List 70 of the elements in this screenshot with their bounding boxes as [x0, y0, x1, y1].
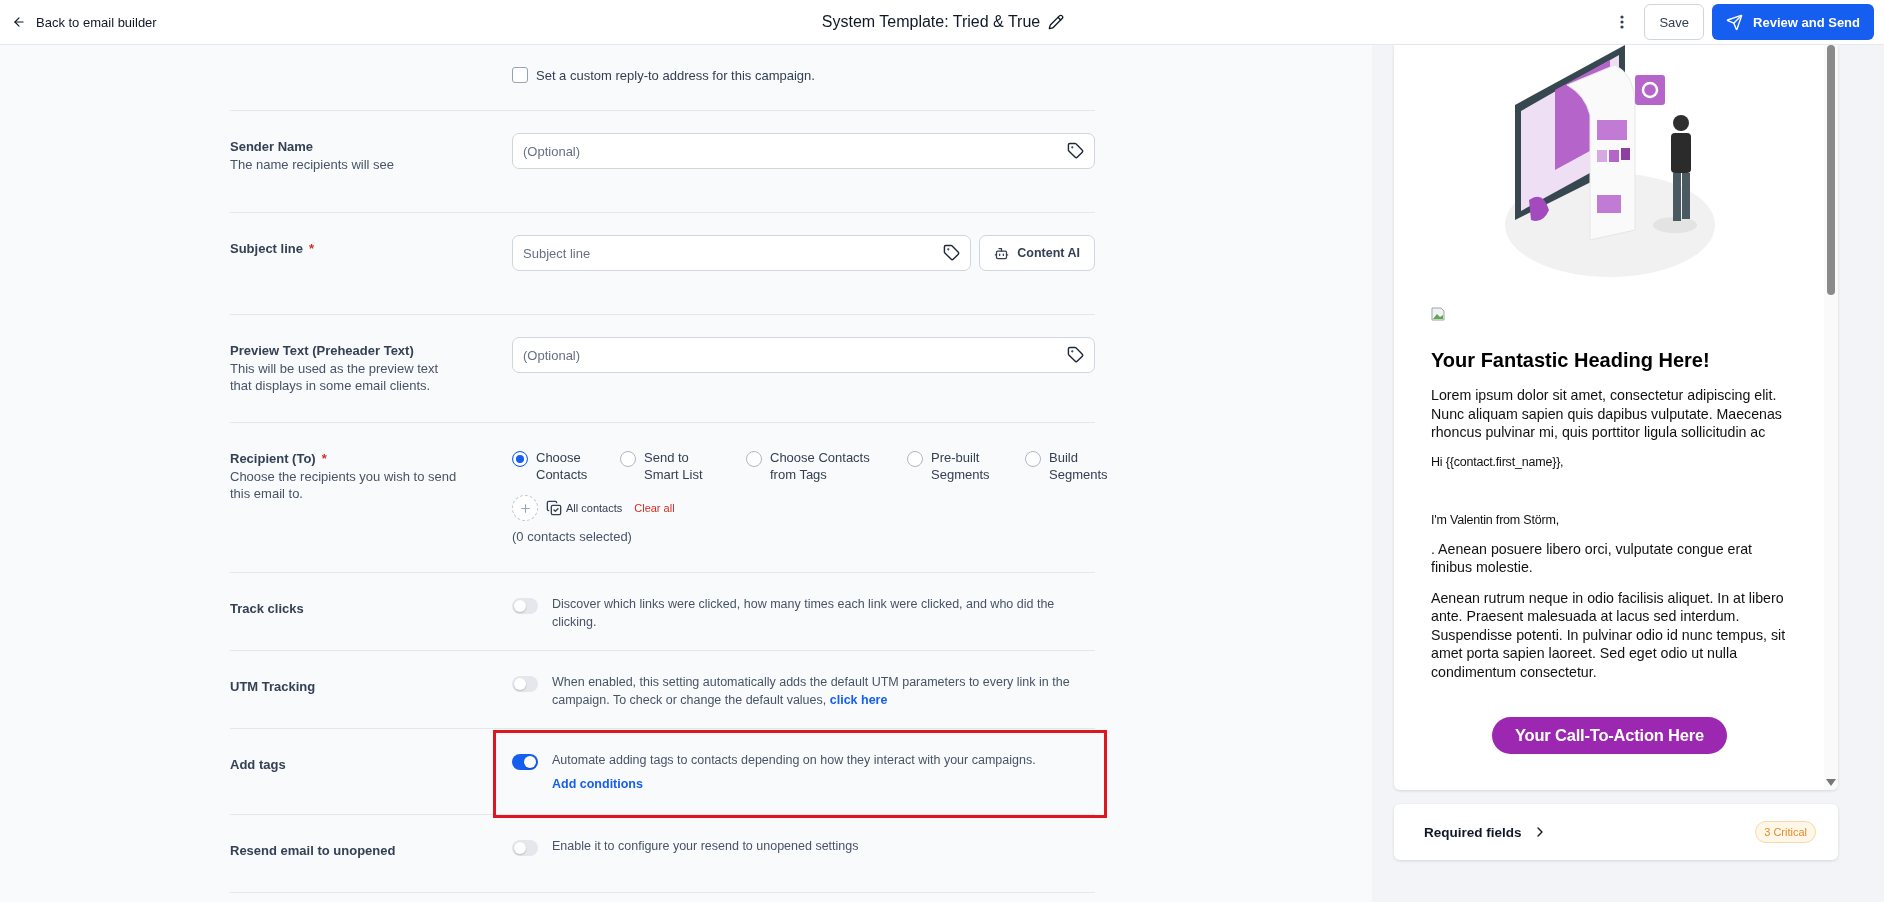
- all-contacts-button[interactable]: All contacts: [546, 500, 623, 516]
- text-input-field[interactable]: (Optional): [512, 337, 1095, 373]
- field-label: Sender Name: [230, 139, 314, 154]
- save-button[interactable]: Save: [1644, 4, 1705, 40]
- contacts-count: (0 contacts selected): [512, 529, 633, 544]
- toggle-switch[interactable]: [512, 598, 538, 614]
- toggle-switch[interactable]: [512, 676, 538, 692]
- add-contact-button[interactable]: [512, 495, 538, 521]
- pencil-icon[interactable]: [1048, 14, 1065, 30]
- radio-button[interactable]: [620, 451, 636, 467]
- setting-description: When enabled, this setting automatically adds the default UTM parameters to every link in the campaign. To check or change the default values, click here: [552, 674, 1071, 709]
- field-label: Track clicks: [230, 601, 304, 616]
- scrollbar-thumb[interactable]: [1827, 45, 1835, 295]
- field-label: Recipient (To): [230, 451, 316, 466]
- setting-description: Discover which links were clicked, how many times each link were clicked, and who did the clicking.: [552, 596, 1056, 631]
- text-input-field[interactable]: Subject line: [512, 235, 972, 271]
- radio-label: Send to Smart List: [644, 449, 704, 483]
- toggle-switch[interactable]: [512, 840, 538, 856]
- field-label: Subject line: [230, 241, 303, 256]
- field-label: UTM Tracking: [230, 679, 316, 694]
- email-paragraph: Aenean rutrum neque in odio facilisis aliquet. In at libero ante. Praesent malesuada at lacus sed interdum. Suspendisse potenti. In pulvinar odio id nunc tempus, sit amet porta sapien laoreet. Sed eget odio ut nulla condimentum consectetur.: [1431, 588, 1787, 681]
- required-fields-link[interactable]: Required fields: [1424, 824, 1548, 840]
- email-paragraph: Lorem ipsum dolor sit amet, consectetur adipiscing elit. Nunc aliquam sapien quis dapibus vulputate. Maecenas rhoncus pulvinar mi, quis porttitor ligula sollicitudin ac: [1431, 386, 1783, 442]
- toggle-switch[interactable]: [512, 754, 538, 770]
- tag-icon[interactable]: [1067, 142, 1084, 159]
- broken-image-icon: [1431, 307, 1445, 321]
- required-asterisk: *: [308, 241, 315, 256]
- call-to-action-button[interactable]: Your Call-To-Action Here: [1492, 717, 1727, 754]
- radio-button[interactable]: [1025, 451, 1041, 467]
- field-hint: This will be used as the preview text that displays in some email clients.: [230, 360, 440, 394]
- email-paragraph: Hi {{contact.first_name}},: [1431, 453, 1565, 470]
- field-hint: The name recipients will see: [230, 156, 396, 173]
- radio-button[interactable]: [512, 451, 528, 467]
- scroll-down-icon[interactable]: [1826, 779, 1836, 786]
- plus-icon: [518, 501, 532, 515]
- setting-description: Automate adding tags to contacts depending on how they interact with your campaigns.: [552, 752, 1036, 769]
- content-ai-button[interactable]: Content AI: [979, 235, 1095, 271]
- back-link[interactable]: Back to email builder: [12, 14, 157, 30]
- checkbox[interactable]: [512, 67, 528, 83]
- field-hint: Choose the recipients you wish to send this email to.: [230, 468, 458, 502]
- arrow-left-icon: [12, 15, 26, 29]
- setting-description: Enable it to configure your resend to unopened settings: [552, 838, 859, 855]
- field-label: Resend email to unopened: [230, 843, 396, 858]
- radio-label: Choose Contacts from Tags: [770, 449, 871, 483]
- radio-label: Build Segments: [1049, 449, 1109, 483]
- clear-all-link[interactable]: Clear all: [634, 502, 675, 514]
- click-here-link[interactable]: click here: [829, 693, 888, 707]
- more-vertical-icon: [1620, 15, 1625, 29]
- tag-icon[interactable]: [1067, 346, 1084, 363]
- add-conditions-link[interactable]: Add conditions: [552, 777, 1036, 791]
- send-icon: [1726, 13, 1744, 31]
- field-label: Add tags: [230, 757, 286, 772]
- robot-icon: [994, 245, 1010, 261]
- radio-label: Choose Contacts: [536, 449, 589, 483]
- radio-button[interactable]: [746, 451, 762, 467]
- critical-count-badge: 3 Critical: [1755, 821, 1816, 843]
- checkbox-label: Set a custom reply-to address for this campaign.: [536, 67, 815, 83]
- tag-icon[interactable]: [943, 244, 961, 261]
- email-paragraph: . Aenean posuere libero orci, vulputate congue erat finibus molestie.: [1431, 539, 1753, 577]
- review-and-send-button[interactable]: Review and Send: [1712, 4, 1874, 40]
- email-paragraph: I'm Valentin from Störm,: [1431, 511, 1560, 528]
- text-input-field[interactable]: (Optional): [512, 133, 1095, 169]
- radio-label: Pre-built Segments: [931, 449, 991, 483]
- required-asterisk: *: [321, 451, 327, 466]
- copy-check-icon: [546, 500, 562, 516]
- radio-button[interactable]: [907, 451, 923, 467]
- field-label: Preview Text (Preheader Text): [230, 343, 414, 358]
- scrollbar[interactable]: [1824, 45, 1838, 790]
- template-title: System Template: Tried & True: [821, 13, 1041, 31]
- email-heading: Your Fantastic Heading Here!: [1431, 349, 1711, 372]
